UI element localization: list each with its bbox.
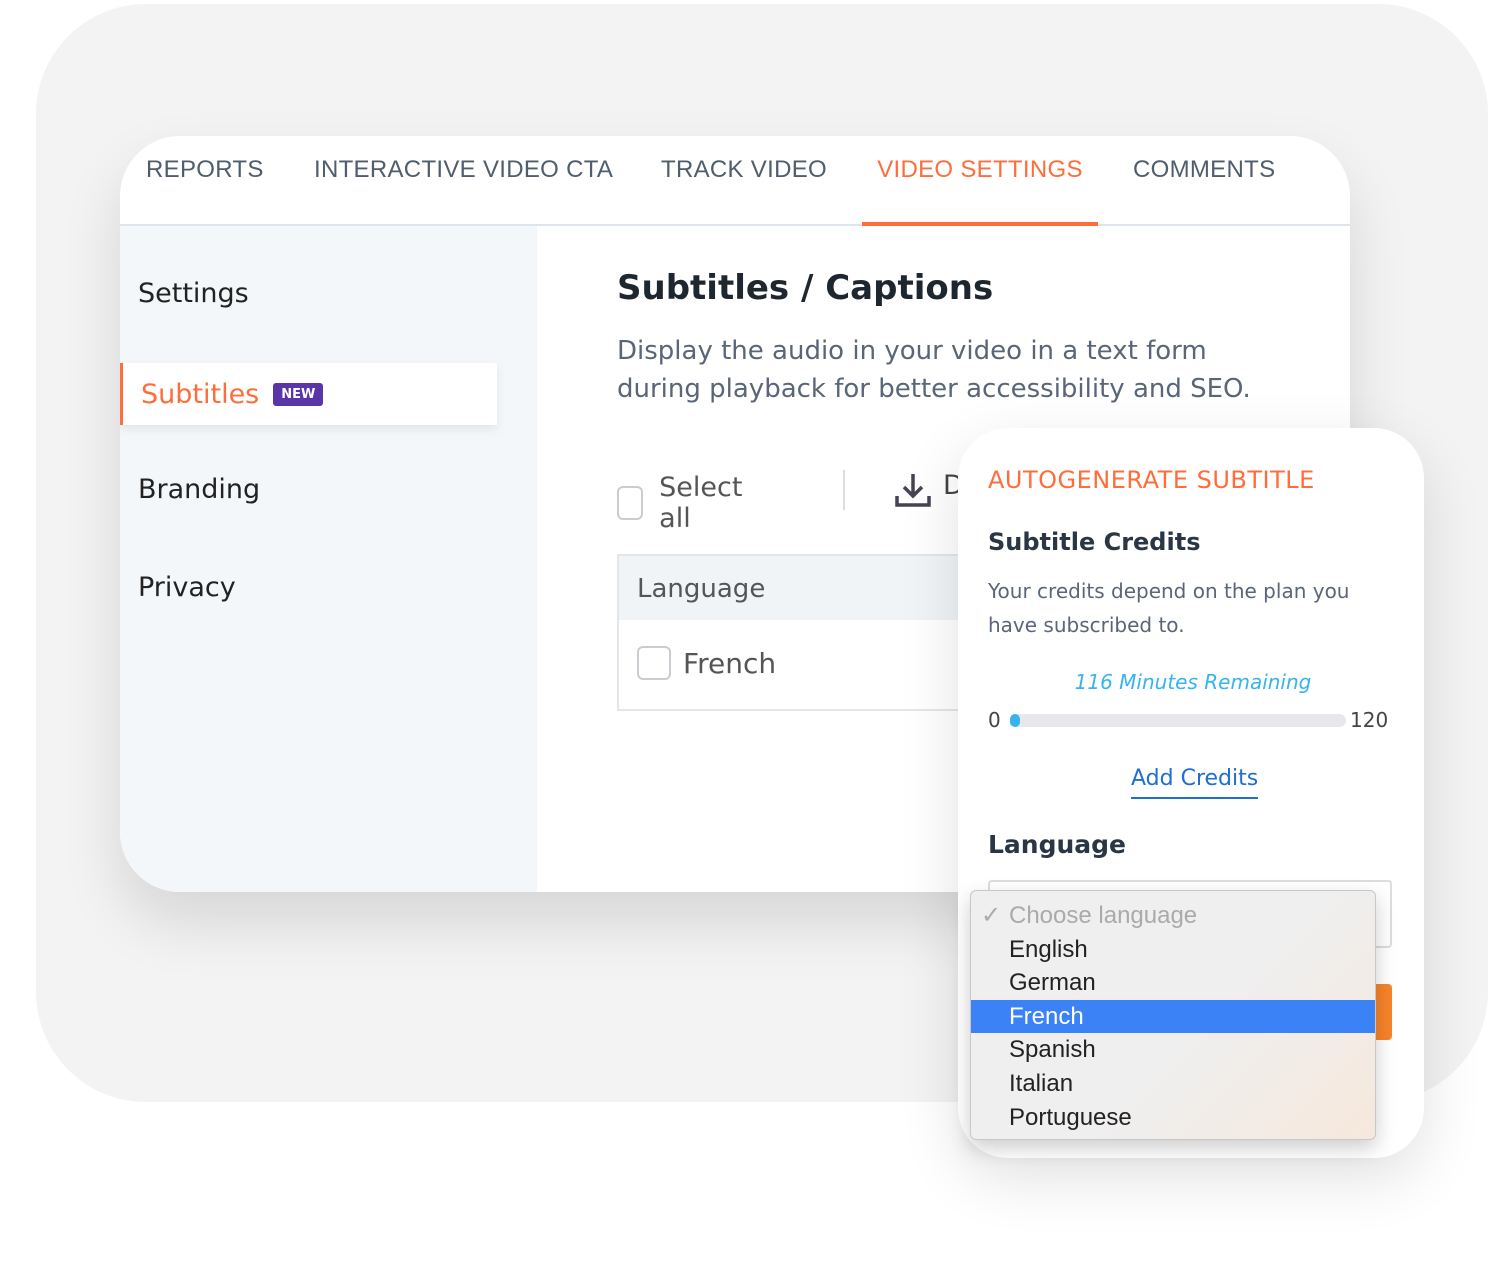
dropdown-option[interactable]: Italian	[971, 1067, 1375, 1101]
minutes-remaining: 116 Minutes Remaining	[1074, 670, 1312, 694]
dropdown-option[interactable]: German	[971, 966, 1375, 1000]
dropdown-option-selected[interactable]: French	[971, 999, 1375, 1034]
credits-text: Your credits depend on the plan you have…	[988, 579, 1350, 637]
dropdown-option[interactable]: Spanish	[971, 1033, 1375, 1067]
option-label: Choose language	[1009, 902, 1198, 929]
dropdown-option-placeholder[interactable]: ✓ Choose language	[971, 899, 1375, 933]
select-all-checkbox[interactable]	[617, 486, 644, 520]
download-button[interactable]: D	[893, 470, 964, 510]
select-all-label: Select all	[659, 472, 743, 534]
dropdown-option[interactable]: English	[971, 933, 1375, 967]
page-description: Display the audio in your video in a tex…	[617, 336, 1251, 404]
language-dropdown: ✓ Choose language English German French S…	[970, 890, 1376, 1140]
table-row: French	[619, 620, 1015, 706]
table-header: Language	[619, 556, 1015, 620]
tab-track-video[interactable]: TRACK VIDEO	[661, 156, 827, 226]
sidebar: Settings Subtitles NEW Branding Privacy	[120, 226, 537, 892]
row-checkbox[interactable]	[637, 646, 671, 680]
new-badge: NEW	[273, 382, 324, 406]
sidebar-item-privacy[interactable]: Privacy	[138, 572, 236, 603]
row-language: French	[683, 646, 777, 680]
sidebar-item-branding[interactable]: Branding	[138, 474, 260, 505]
range-min: 0	[988, 708, 1001, 732]
sidebar-item-label: Subtitles	[141, 378, 260, 410]
credits-heading: Subtitle Credits	[988, 528, 1201, 556]
tab-reports[interactable]: REPORTS	[146, 156, 264, 226]
divider	[843, 470, 845, 510]
credits-progress-bar	[1010, 714, 1346, 727]
download-icon	[895, 474, 931, 507]
select-all[interactable]: Select all	[617, 472, 750, 534]
range-max: 120	[1350, 708, 1389, 732]
tab-interactive-video-cta[interactable]: INTERACTIVE VIDEO CTA	[314, 156, 613, 226]
check-icon: ✓	[981, 902, 1002, 929]
tab-bar: REPORTS INTERACTIVE VIDEO CTA TRACK VIDE…	[120, 136, 1350, 226]
panel-title: AUTOGENERATE SUBTITLE	[988, 466, 1315, 494]
sidebar-item-subtitles[interactable]: Subtitles NEW	[120, 363, 497, 425]
language-table: Language French	[617, 554, 1017, 711]
dropdown-option[interactable]: Portuguese	[971, 1101, 1375, 1135]
tab-comments[interactable]: COMMENTS	[1133, 156, 1275, 226]
language-label: Language	[988, 830, 1127, 859]
page-title: Subtitles / Captions	[617, 268, 994, 308]
sidebar-item-settings[interactable]: Settings	[138, 278, 249, 309]
tab-video-settings[interactable]: VIDEO SETTINGS	[862, 156, 1098, 226]
add-credits-link[interactable]: Add Credits	[1131, 766, 1259, 799]
progress-fill	[1010, 714, 1021, 727]
